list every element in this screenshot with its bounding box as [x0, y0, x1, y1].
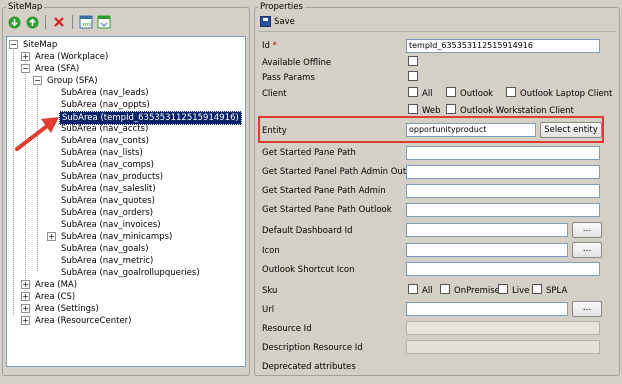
client-outlook-label: Outlook: [460, 89, 494, 99]
browse-icon-button[interactable]: ...: [572, 242, 602, 258]
icon-input[interactable]: [406, 243, 568, 257]
available-offline-checkbox[interactable]: [408, 56, 418, 66]
browse-url-button[interactable]: ...: [572, 301, 602, 317]
sitemap-panel: SiteMap xml − SiteMap + Area (Workplace)…: [0, 0, 252, 384]
save-icon: [260, 16, 271, 27]
get-started-panel-path-admin-outlook-label: Get Started Panel Path Admin Outlook: [262, 167, 424, 177]
client-outlook-workstation-label: Outlook Workstation Client: [460, 106, 574, 116]
outlook-shortcut-icon-label: Outlook Shortcut Icon: [262, 265, 355, 275]
toolbar-separator: [45, 15, 46, 29]
export-icon[interactable]: xml: [78, 14, 94, 30]
get-started-pane-path-admin-input[interactable]: [406, 184, 600, 198]
move-down-icon[interactable]: [6, 14, 22, 30]
expand-icon[interactable]: +: [21, 316, 30, 325]
default-dashboard-id-input[interactable]: [406, 223, 568, 237]
url-label: Url: [262, 305, 275, 315]
id-input[interactable]: tempId_635353112515914916: [406, 39, 600, 53]
import-icon[interactable]: [96, 14, 112, 30]
url-input[interactable]: [406, 302, 568, 316]
sku-spla-label: SPLA: [546, 286, 568, 296]
default-dashboard-id-label: Default Dashboard Id: [262, 226, 353, 236]
browse-dashboard-button[interactable]: ...: [572, 222, 602, 238]
sku-live-checkbox[interactable]: [498, 284, 508, 294]
pass-params-label: Pass Params: [262, 73, 315, 83]
expand-icon[interactable]: +: [21, 280, 30, 289]
get-started-pane-path-input[interactable]: [406, 146, 600, 160]
move-up-icon[interactable]: [24, 14, 40, 30]
toolbar-divider: [258, 31, 616, 32]
get-started-pane-path-outlook-input[interactable]: [406, 203, 600, 217]
icon-label: Icon: [262, 246, 280, 256]
outlook-shortcut-icon-input[interactable]: [406, 262, 600, 276]
resource-id-input: [406, 321, 600, 335]
description-resource-id-input: [406, 340, 600, 354]
description-resource-id-label: Description Resource Id: [262, 343, 363, 353]
sku-live-label: Live: [512, 286, 530, 296]
client-web-checkbox[interactable]: [408, 104, 418, 114]
sku-onpremise-checkbox[interactable]: [440, 284, 450, 294]
properties-form: Id * tempId_635353112515914916 Available…: [256, 34, 618, 384]
get-started-pane-path-admin-label: Get Started Pane Path Admin: [262, 186, 386, 196]
delete-icon[interactable]: [51, 14, 67, 30]
client-web-label: Web: [422, 106, 441, 116]
sku-all-label: All: [422, 286, 433, 296]
client-label: Client: [262, 89, 287, 99]
deprecated-attributes-label: Deprecated attributes: [262, 362, 356, 372]
toolbar-separator: [72, 15, 73, 29]
save-button[interactable]: Save: [260, 16, 295, 27]
client-all-checkbox[interactable]: [408, 87, 418, 97]
expand-icon[interactable]: +: [21, 292, 30, 301]
client-outlook-workstation-checkbox[interactable]: [446, 104, 456, 114]
sitemap-tree[interactable]: − SiteMap + Area (Workplace) − Area (SFA…: [6, 36, 246, 367]
sku-label: Sku: [262, 286, 278, 296]
get-started-panel-path-admin-outlook-input[interactable]: [406, 165, 600, 179]
expand-icon[interactable]: +: [21, 304, 30, 313]
annotation-arrow-icon: [15, 117, 59, 151]
highlight-box: [258, 116, 604, 143]
id-label: Id *: [262, 41, 277, 51]
available-offline-label: Available Offline: [262, 58, 332, 68]
properties-title: Properties: [258, 2, 305, 12]
sitemap-title: SiteMap: [6, 2, 45, 12]
sitemap-toolbar: xml: [6, 14, 112, 30]
get-started-pane-path-label: Get Started Pane Path: [262, 148, 356, 158]
client-outlook-laptop-label: Outlook Laptop Client: [520, 89, 613, 99]
sku-spla-checkbox[interactable]: [532, 284, 542, 294]
get-started-pane-path-outlook-label: Get Started Pane Path Outlook: [262, 205, 392, 215]
svg-text:xml: xml: [82, 22, 91, 28]
properties-panel: Properties Save Id * tempId_635353112515…: [252, 0, 622, 384]
client-all-label: All: [422, 89, 433, 99]
client-outlook-checkbox[interactable]: [446, 87, 456, 97]
client-outlook-laptop-checkbox[interactable]: [506, 87, 516, 97]
pass-params-checkbox[interactable]: [408, 71, 418, 81]
sku-onpremise-label: OnPremise: [454, 286, 500, 296]
sku-all-checkbox[interactable]: [408, 284, 418, 294]
resource-id-label: Resource Id: [262, 324, 312, 334]
